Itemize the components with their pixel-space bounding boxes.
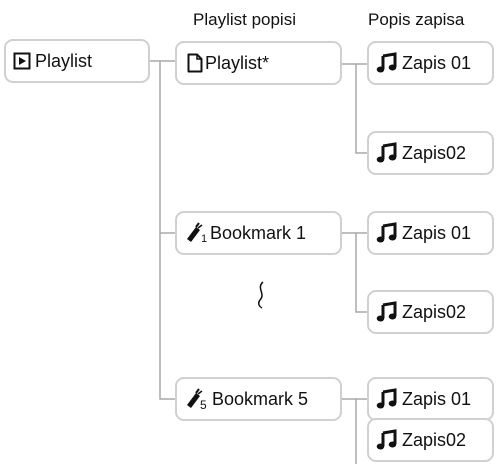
ellipsis-squiggle xyxy=(258,281,264,309)
track-node-label: Zapis02 xyxy=(402,142,467,163)
list-node-label: Playlist* xyxy=(205,52,270,73)
list-node-bookmark-5[interactable]: 5 Bookmark 5 xyxy=(175,377,342,421)
header-playlist-lists: Playlist popisi xyxy=(193,10,296,29)
music-note-icon xyxy=(376,222,398,244)
list-node-label: Bookmark 5 xyxy=(212,388,309,409)
root-playlist-node[interactable]: Playlist xyxy=(4,39,150,83)
root-playlist-label: Playlist xyxy=(35,50,93,71)
list-node-playlist[interactable]: Playlist* xyxy=(175,41,342,85)
bookmark-digit: 1 xyxy=(201,233,207,244)
header-track-lists: Popis zapisa xyxy=(368,10,465,29)
bookmark-1-icon: 1 xyxy=(185,222,209,244)
music-note-icon xyxy=(376,142,398,164)
playlist-play-icon xyxy=(13,52,31,70)
track-node-label: Zapis 01 xyxy=(402,52,472,73)
track-node[interactable]: Zapis02 xyxy=(367,290,494,334)
list-node-bookmark-1[interactable]: 1 Bookmark 1 xyxy=(175,211,342,255)
track-node-label: Zapis 01 xyxy=(402,388,472,409)
bookmark-digit: 5 xyxy=(200,398,207,410)
track-node[interactable]: Zapis 01 xyxy=(367,41,494,85)
track-node[interactable]: Zapis 01 xyxy=(367,377,494,421)
track-node-label: Zapis02 xyxy=(402,301,467,322)
track-node[interactable]: Zapis02 xyxy=(367,131,494,175)
music-note-icon xyxy=(376,301,398,323)
track-node-label: Zapis02 xyxy=(402,429,467,450)
document-icon xyxy=(187,53,203,73)
music-note-icon xyxy=(376,52,398,74)
music-note-icon xyxy=(376,429,398,451)
track-node-label: Zapis 01 xyxy=(402,222,472,243)
bookmark-5-icon: 5 xyxy=(185,388,209,410)
list-node-label: Bookmark 1 xyxy=(210,222,307,243)
music-note-icon xyxy=(376,388,398,410)
track-node[interactable]: Zapis02 xyxy=(367,418,494,462)
track-node[interactable]: Zapis 01 xyxy=(367,211,494,255)
